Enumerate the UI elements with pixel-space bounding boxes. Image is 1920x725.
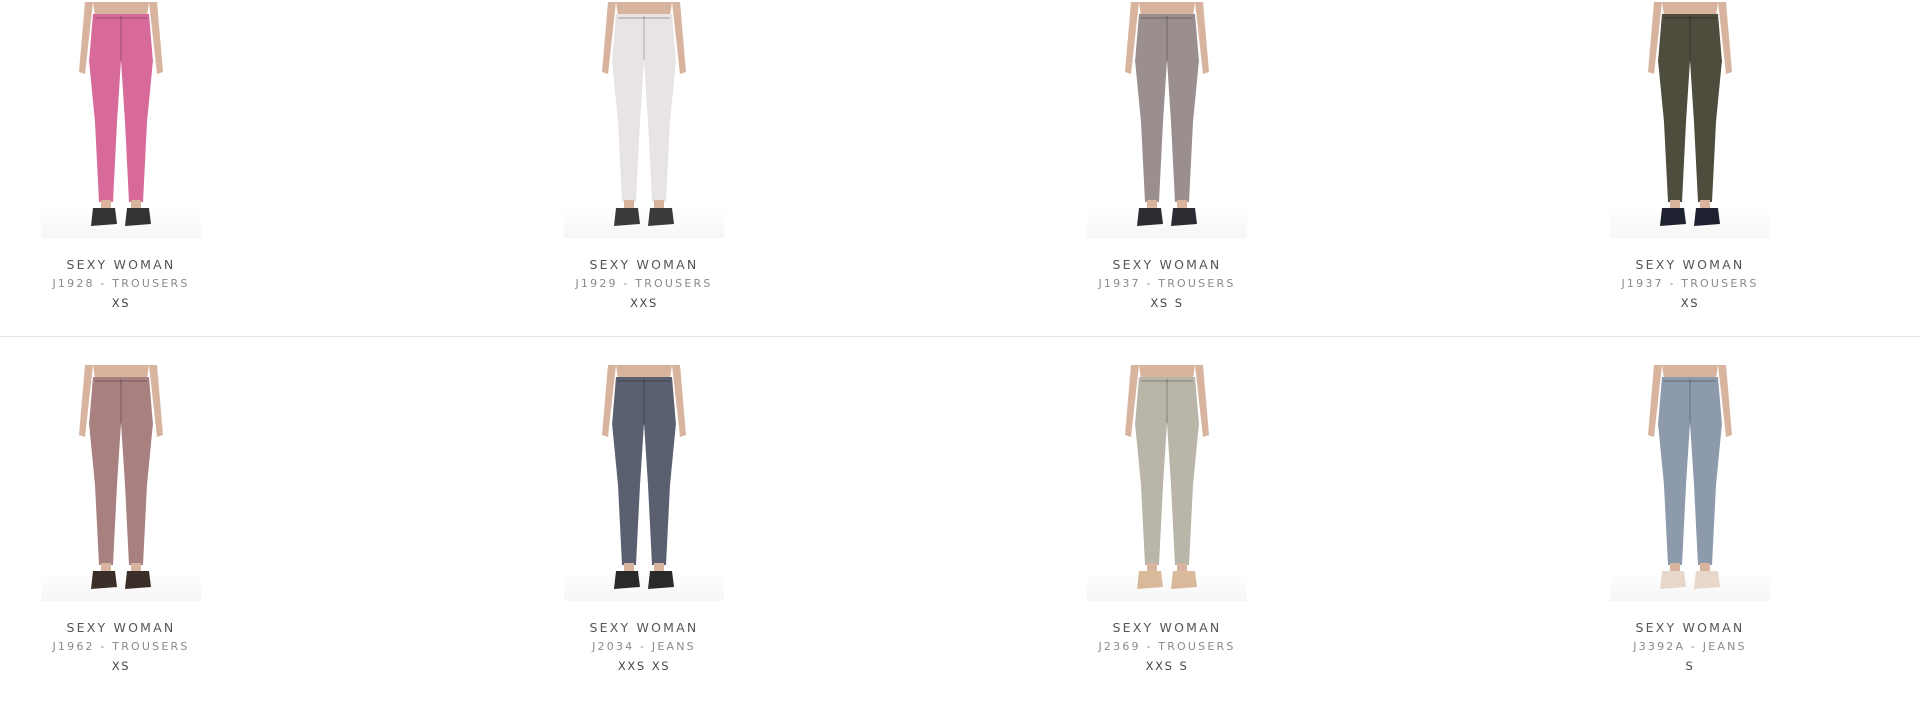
size-option[interactable]: S	[1686, 659, 1695, 673]
trousers-figure-icon	[1648, 365, 1732, 589]
trousers-figure-icon	[1125, 365, 1209, 589]
product-card[interactable]: SEXY WOMAN J2369 - TROUSERS XXS S	[1037, 363, 1297, 693]
available-sizes: XS	[0, 296, 251, 310]
product-card[interactable]: SEXY WOMAN J1937 - TROUSERS XS S	[1037, 0, 1297, 330]
size-option[interactable]: XXS	[618, 659, 646, 673]
product-row: SEXY WOMAN J1928 - TROUSERS XS SEXY WOMAN J…	[0, 0, 1920, 363]
size-option[interactable]: S	[1175, 296, 1184, 310]
available-sizes: S	[1560, 659, 1820, 673]
product-card[interactable]: SEXY WOMAN J1929 - TROUSERS XXS	[514, 0, 774, 330]
product-image[interactable]	[41, 365, 201, 601]
product-title[interactable]: J2369 - TROUSERS	[1037, 640, 1297, 653]
product-brand[interactable]: SEXY WOMAN	[514, 620, 774, 635]
product-card[interactable]: SEXY WOMAN J3392A - JEANS S	[1560, 363, 1820, 693]
product-title[interactable]: J1937 - TROUSERS	[1560, 277, 1820, 290]
product-row: SEXY WOMAN J1962 - TROUSERS XS SEXY WOMAN J…	[0, 363, 1920, 725]
available-sizes: XS S	[1037, 296, 1297, 310]
product-brand[interactable]: SEXY WOMAN	[1037, 620, 1297, 635]
available-sizes: XS	[1560, 296, 1820, 310]
product-image[interactable]	[564, 365, 724, 601]
available-sizes: XXS XS	[514, 659, 774, 673]
product-title[interactable]: J1937 - TROUSERS	[1037, 277, 1297, 290]
product-grid: SEXY WOMAN J1928 - TROUSERS XS SEXY WOMAN J…	[0, 0, 1920, 725]
product-card[interactable]: SEXY WOMAN J1928 - TROUSERS XS	[0, 0, 251, 330]
available-sizes: XXS	[514, 296, 774, 310]
product-image[interactable]	[1087, 365, 1247, 601]
product-brand[interactable]: SEXY WOMAN	[0, 257, 251, 272]
row-divider	[0, 336, 1920, 337]
size-option[interactable]: XS	[1150, 296, 1168, 310]
trousers-figure-icon	[602, 2, 686, 226]
size-option[interactable]: XXS	[1146, 659, 1174, 673]
trousers-figure-icon	[79, 2, 163, 226]
product-brand[interactable]: SEXY WOMAN	[514, 257, 774, 272]
trousers-figure-icon	[602, 365, 686, 589]
product-brand[interactable]: SEXY WOMAN	[1037, 257, 1297, 272]
product-brand[interactable]: SEXY WOMAN	[1560, 257, 1820, 272]
size-option[interactable]: XS	[1681, 296, 1699, 310]
product-image[interactable]	[1610, 2, 1770, 238]
product-title[interactable]: J1929 - TROUSERS	[514, 277, 774, 290]
size-option[interactable]: XS	[652, 659, 670, 673]
product-card[interactable]: SEXY WOMAN J1962 - TROUSERS XS	[0, 363, 251, 693]
available-sizes: XXS S	[1037, 659, 1297, 673]
product-image[interactable]	[1087, 2, 1247, 238]
product-image[interactable]	[1610, 365, 1770, 601]
trousers-figure-icon	[79, 365, 163, 589]
product-title[interactable]: J1928 - TROUSERS	[0, 277, 251, 290]
product-title[interactable]: J1962 - TROUSERS	[0, 640, 251, 653]
size-option[interactable]: XS	[112, 296, 130, 310]
available-sizes: XS	[0, 659, 251, 673]
product-brand[interactable]: SEXY WOMAN	[1560, 620, 1820, 635]
product-brand[interactable]: SEXY WOMAN	[0, 620, 251, 635]
size-option[interactable]: S	[1179, 659, 1188, 673]
product-title[interactable]: J2034 - JEANS	[514, 640, 774, 653]
product-card[interactable]: SEXY WOMAN J2034 - JEANS XXS XS	[514, 363, 774, 693]
product-title[interactable]: J3392A - JEANS	[1560, 640, 1820, 653]
size-option[interactable]: XXS	[630, 296, 658, 310]
trousers-figure-icon	[1648, 2, 1732, 226]
product-image[interactable]	[41, 2, 201, 238]
product-image[interactable]	[564, 2, 724, 238]
size-option[interactable]: XS	[112, 659, 130, 673]
trousers-figure-icon	[1125, 2, 1209, 226]
product-card[interactable]: SEXY WOMAN J1937 - TROUSERS XS	[1560, 0, 1820, 330]
